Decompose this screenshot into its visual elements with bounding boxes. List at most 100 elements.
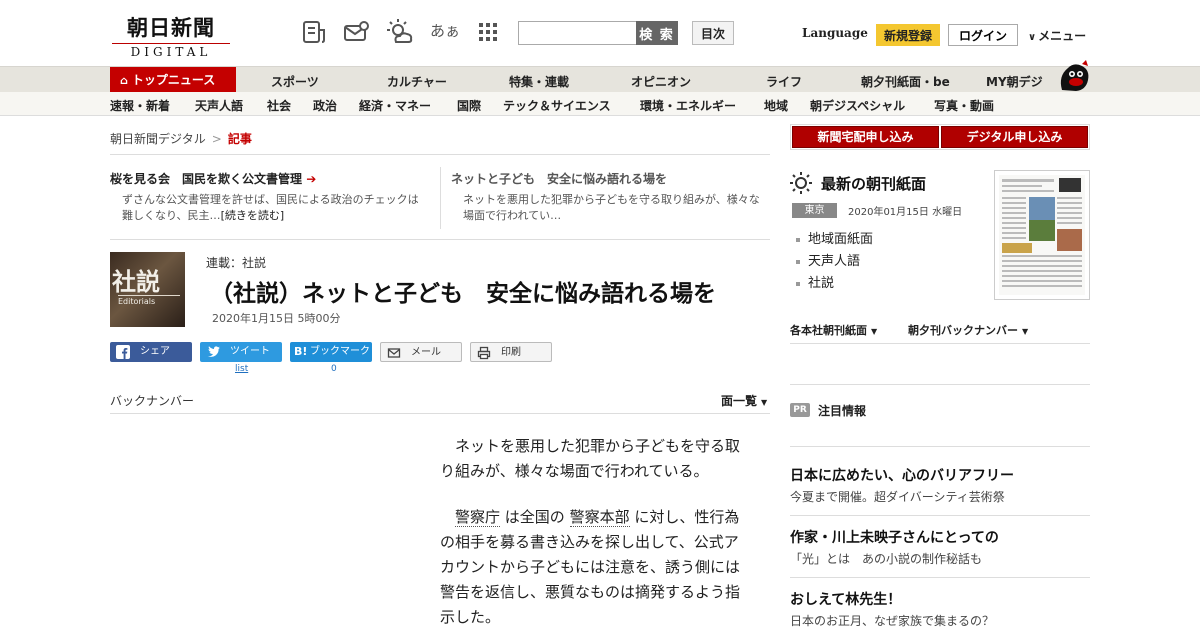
divider — [790, 446, 1090, 447]
teaser-body-1: ずさんな公文書管理を許せば、国民による政治のチェックは難しくなり、民主…[続きを… — [110, 192, 420, 224]
nav2-item-politics[interactable]: 政治 — [313, 97, 337, 114]
nav-item-features[interactable]: 特集・連載 — [509, 73, 569, 90]
nav2-item-tech[interactable]: テック＆サイエンス — [503, 97, 611, 114]
sun-icon — [790, 172, 812, 194]
language-link[interactable]: Language — [802, 26, 868, 40]
nav-item-culture[interactable]: カルチャー — [387, 73, 447, 90]
divider — [110, 154, 770, 155]
latest-paper-title: 最新の朝刊紙面 — [821, 175, 927, 193]
mail-share-button[interactable]: メール — [380, 342, 462, 362]
hatena-count[interactable]: 0 — [331, 364, 337, 374]
pr-item-3-headline[interactable]: おしえて林先生！ — [790, 589, 901, 609]
divider — [790, 577, 1090, 578]
nav-item-paper[interactable]: 朝夕刊紙面・be — [861, 73, 950, 90]
article-headline: （社説）ネットと子ども 安全に悩み語れる場を — [210, 281, 716, 307]
mail-share-label: メール — [411, 347, 441, 358]
twitter-share-label: ツイート — [230, 346, 270, 357]
pr-item-2-headline[interactable]: 作家・川上未映子さんにとっての — [790, 527, 999, 547]
paper-link-regional[interactable]: 地域面紙面 — [796, 228, 873, 247]
secondary-nav: 速報・新着 天声人語 社会 政治 経済・マネー 国際 テック＆サイエンス 環境・… — [0, 92, 1200, 116]
subscribe-paper-button[interactable]: 新聞宅配申し込み — [792, 126, 939, 148]
newspaper-thumbnail[interactable] — [994, 170, 1090, 300]
hatena-icon: B! — [294, 345, 308, 358]
login-button[interactable]: ログイン — [948, 24, 1018, 46]
breadcrumb-home[interactable]: 朝日新聞デジタル — [110, 132, 206, 146]
signup-button[interactable]: 新規登録 — [876, 24, 940, 46]
dropdown-regional-papers-label: 各本社朝刊紙面 — [790, 324, 867, 337]
teaser-title-1-text: 桜を見る会 国民を欺く公文書管理 — [110, 172, 303, 186]
home-icon: ⌂ — [120, 74, 128, 87]
hatena-bookmark-button[interactable]: B! ブックマーク — [290, 342, 372, 362]
nav-top-news[interactable]: ⌂ トップニュース — [110, 67, 236, 93]
editorial-image-title: 社説 — [112, 267, 160, 296]
caret-down-icon: ▼ — [871, 327, 878, 336]
logo-main: 朝日新聞 — [127, 15, 215, 40]
nav2-item-society[interactable]: 社会 — [267, 97, 291, 114]
print-label: 印刷 — [501, 347, 521, 358]
divider — [790, 515, 1090, 516]
divider — [110, 413, 770, 414]
nav2-item-breaking[interactable]: 速報・新着 — [110, 97, 170, 114]
page-list-dropdown[interactable]: 面一覧 ▼ — [721, 392, 767, 409]
caret-down-icon: ▼ — [761, 398, 768, 407]
teaser-title-2[interactable]: ネットと子ども 安全に悩み語れる場を — [451, 170, 667, 187]
pr-item-1-sub: 今夏まで開催。超ダイバーシティ芸術祭 — [790, 490, 1005, 504]
teaser-title-1[interactable]: 桜を見る会 国民を欺く公文書管理 ➔ — [110, 170, 316, 187]
teaser-read-more[interactable]: [続きを読む] — [221, 209, 285, 222]
facebook-share-button[interactable]: シェア — [110, 342, 192, 362]
mascot-icon — [1060, 60, 1089, 91]
menu-label: メニュー — [1038, 29, 1087, 43]
pr-item-1-headline[interactable]: 日本に広めたい、心のバリアフリー — [790, 465, 1014, 485]
divider — [110, 239, 770, 240]
nav2-item-photo[interactable]: 写真・動画 — [934, 97, 994, 114]
facebook-icon — [116, 345, 130, 359]
site-logo[interactable]: 朝日新聞 DIGITAL — [112, 12, 230, 59]
twitter-icon — [207, 346, 220, 357]
nav2-item-economy[interactable]: 経済・マネー — [359, 97, 431, 114]
site-header: 朝日新聞 DIGITAL あぁ 検 索 目次 Language 新規登録 ログイ… — [0, 0, 1200, 66]
envelope-icon — [387, 348, 401, 358]
paper-link-editorial[interactable]: 社説 — [796, 272, 834, 291]
editorial-image: 社説 Editorials — [110, 252, 185, 327]
font-size-icon[interactable]: あぁ — [430, 20, 460, 41]
link-npa[interactable]: 警察庁 — [455, 508, 501, 527]
nav-item-opinion[interactable]: オピニオン — [631, 73, 691, 90]
pr-item-2-sub: 「光」とは あの小説の制作秘話も — [790, 552, 983, 566]
newspaper-page-image — [999, 175, 1085, 295]
caret-down-icon: ▼ — [1022, 327, 1029, 336]
nav2-item-environment[interactable]: 環境・エネルギー — [640, 97, 736, 114]
nav-item-life[interactable]: ライフ — [766, 73, 802, 90]
series-label[interactable]: 連載：社説 — [206, 254, 266, 271]
nav2-item-international[interactable]: 国際 — [457, 97, 481, 114]
chevron-down-icon: ∨ — [1028, 32, 1037, 43]
twitter-share-button[interactable]: ツイート — [200, 342, 282, 362]
pr-section-title: 注目情報 — [818, 404, 867, 418]
dropdown-regional-papers[interactable]: 各本社朝刊紙面 ▼ — [790, 322, 877, 338]
paper-date: 2020年01月15日 水曜日 — [848, 207, 963, 218]
nav-item-my[interactable]: MY朝デジ — [986, 73, 1043, 90]
search-input[interactable] — [518, 21, 638, 45]
index-button[interactable]: 目次 — [692, 21, 734, 45]
nav2-item-region[interactable]: 地域 — [764, 97, 788, 114]
weather-icon[interactable] — [386, 18, 414, 46]
mail-icon[interactable] — [342, 18, 370, 46]
print-button[interactable]: 印刷 — [470, 342, 552, 362]
newspaper-icon[interactable] — [300, 18, 328, 46]
grid-icon[interactable] — [476, 20, 500, 44]
menu-button[interactable]: ∨ メニュー — [1028, 27, 1086, 44]
nav2-item-tenseijingo[interactable]: 天声人語 — [195, 97, 243, 114]
pr-badge: PR — [790, 403, 810, 417]
dropdown-backnumber[interactable]: 朝夕刊バックナンバー ▼ — [908, 322, 1028, 338]
paper-link-tenseijingo[interactable]: 天声人語 — [796, 250, 860, 269]
link-police-hq[interactable]: 警察本部 — [569, 508, 630, 527]
search-button[interactable]: 検 索 — [636, 21, 678, 45]
nav2-item-special[interactable]: 朝デジスペシャル — [810, 97, 905, 114]
nav-top-news-label: トップニュース — [131, 73, 216, 87]
hatena-bookmark-label: ブックマーク — [310, 346, 370, 357]
region-badge: 東京 — [792, 203, 837, 218]
article-paragraph-1: ネットを悪用した犯罪から子どもを守る取り組みが、様々な場面で行われている。 — [440, 437, 741, 480]
subscribe-digital-button[interactable]: デジタル申し込み — [941, 126, 1088, 148]
twitter-count[interactable]: list — [235, 364, 248, 374]
facebook-share-label: シェア — [140, 346, 170, 357]
nav-item-sports[interactable]: スポーツ — [271, 73, 319, 90]
